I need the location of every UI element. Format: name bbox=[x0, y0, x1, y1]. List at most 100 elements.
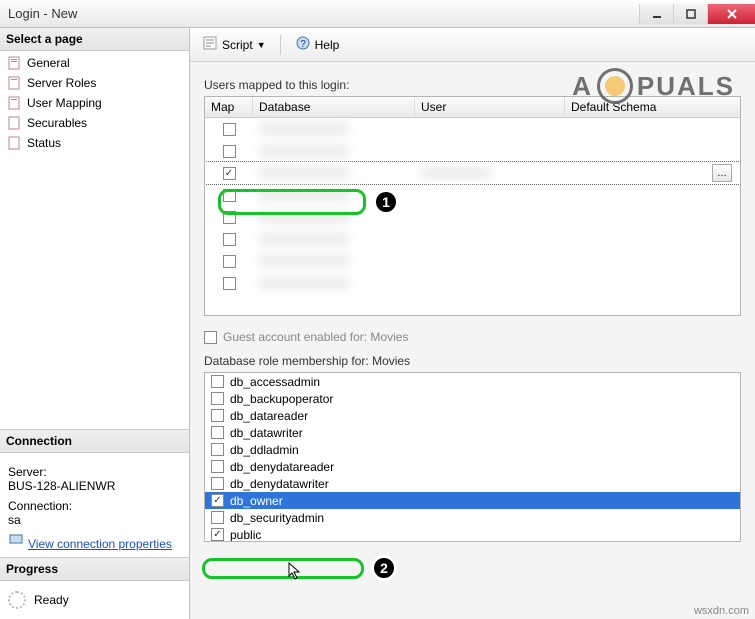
role-label: db_ddladmin bbox=[230, 443, 299, 457]
mapping-row[interactable] bbox=[205, 140, 740, 162]
map-checkbox[interactable] bbox=[223, 123, 236, 136]
database-name-blurred bbox=[259, 276, 349, 290]
server-value: BUS-128-ALIENWR bbox=[8, 479, 181, 493]
role-row[interactable]: db_ddladmin bbox=[205, 441, 740, 458]
script-label: Script bbox=[222, 38, 253, 52]
role-label: db_backupoperator bbox=[230, 392, 333, 406]
map-checkbox[interactable] bbox=[223, 277, 236, 290]
map-checkbox[interactable] bbox=[223, 255, 236, 268]
connection-value: sa bbox=[8, 513, 181, 527]
watermark-head-icon bbox=[597, 68, 633, 104]
window-title: Login - New bbox=[8, 6, 77, 21]
role-row[interactable]: db_denydatareader bbox=[205, 458, 740, 475]
map-checkbox[interactable] bbox=[223, 167, 236, 180]
role-row[interactable]: db_datareader bbox=[205, 407, 740, 424]
role-checkbox[interactable] bbox=[211, 494, 224, 507]
nav-item-user-mapping[interactable]: User Mapping bbox=[0, 93, 189, 113]
role-checkbox[interactable] bbox=[211, 409, 224, 422]
maximize-icon bbox=[686, 9, 696, 19]
page-icon bbox=[6, 135, 22, 151]
col-map[interactable]: Map bbox=[205, 97, 253, 117]
progress-section: Progress Ready bbox=[0, 557, 189, 619]
role-row[interactable]: db_backupoperator bbox=[205, 390, 740, 407]
view-connection-link[interactable]: View connection properties bbox=[28, 537, 172, 551]
database-name-blurred bbox=[259, 144, 349, 158]
guest-checkbox bbox=[204, 331, 217, 344]
map-checkbox[interactable] bbox=[223, 211, 236, 224]
role-checkbox[interactable] bbox=[211, 477, 224, 490]
map-checkbox[interactable] bbox=[223, 189, 236, 202]
schema-browse-button[interactable]: … bbox=[712, 164, 732, 182]
progress-header: Progress bbox=[0, 558, 189, 581]
role-row[interactable]: db_datawriter bbox=[205, 424, 740, 441]
close-icon bbox=[727, 9, 737, 19]
role-checkbox[interactable] bbox=[211, 511, 224, 524]
nav-label: General bbox=[27, 56, 70, 70]
mapping-grid-body: … bbox=[205, 118, 740, 294]
help-icon: ? bbox=[295, 35, 311, 54]
help-button[interactable]: ? Help bbox=[291, 33, 344, 56]
minimize-button[interactable] bbox=[639, 4, 673, 24]
role-label: db_accessadmin bbox=[230, 375, 320, 389]
role-label: db_securityadmin bbox=[230, 511, 324, 525]
role-row[interactable]: db_denydatawriter bbox=[205, 475, 740, 492]
nav-item-general[interactable]: General bbox=[0, 53, 189, 73]
nav-label: User Mapping bbox=[27, 96, 102, 110]
nav-item-server-roles[interactable]: Server Roles bbox=[0, 73, 189, 93]
page-icon bbox=[6, 95, 22, 111]
database-name-blurred bbox=[259, 232, 349, 246]
mapping-grid[interactable]: Map Database User Default Schema … bbox=[204, 96, 741, 316]
guest-label: Guest account enabled for: Movies bbox=[223, 330, 408, 344]
role-checkbox[interactable] bbox=[211, 528, 224, 541]
database-name-blurred bbox=[259, 254, 349, 268]
watermark-logo: A PUALS bbox=[572, 68, 735, 104]
maximize-button[interactable] bbox=[673, 4, 707, 24]
mapping-row[interactable] bbox=[205, 250, 740, 272]
toolbar: Script ▼ ? Help bbox=[190, 28, 755, 62]
mapping-row[interactable] bbox=[205, 118, 740, 140]
left-panel: Select a page General Server Roles User … bbox=[0, 28, 190, 619]
mapping-row[interactable] bbox=[205, 206, 740, 228]
script-button[interactable]: Script ▼ bbox=[198, 33, 270, 56]
watermark-text-right: PUALS bbox=[637, 71, 735, 102]
database-name-blurred bbox=[259, 188, 349, 202]
right-panel: Script ▼ ? Help A PUALS Users mapped to … bbox=[190, 28, 755, 619]
role-row[interactable]: db_owner bbox=[205, 492, 740, 509]
role-checkbox[interactable] bbox=[211, 426, 224, 439]
user-name-blurred bbox=[421, 166, 491, 180]
mapping-row[interactable] bbox=[205, 228, 740, 250]
role-label: db_denydatareader bbox=[230, 460, 334, 474]
mapping-row[interactable] bbox=[205, 184, 740, 206]
nav-item-status[interactable]: Status bbox=[0, 133, 189, 153]
role-checkbox[interactable] bbox=[211, 460, 224, 473]
role-checkbox[interactable] bbox=[211, 375, 224, 388]
guest-row: Guest account enabled for: Movies bbox=[204, 330, 741, 344]
role-checkbox[interactable] bbox=[211, 443, 224, 456]
help-label: Help bbox=[315, 38, 340, 52]
server-label: Server: bbox=[8, 465, 181, 479]
map-checkbox[interactable] bbox=[223, 233, 236, 246]
source-footer: wsxdn.com bbox=[694, 605, 749, 617]
page-icon bbox=[6, 75, 22, 91]
content-area: Users mapped to this login: Map Database… bbox=[190, 62, 755, 619]
close-button[interactable] bbox=[707, 4, 755, 24]
mapping-row[interactable] bbox=[205, 272, 740, 294]
role-row[interactable]: db_securityadmin bbox=[205, 509, 740, 526]
col-database[interactable]: Database bbox=[253, 97, 415, 117]
roles-list[interactable]: db_accessadmin db_backupoperatordb_datare… bbox=[204, 372, 741, 542]
window-buttons bbox=[639, 4, 755, 24]
map-checkbox[interactable] bbox=[223, 145, 236, 158]
role-label: public bbox=[230, 528, 261, 542]
role-row[interactable]: public bbox=[205, 526, 740, 542]
database-name-blurred bbox=[259, 210, 349, 224]
toolbar-separator bbox=[280, 35, 281, 55]
mapping-row[interactable]: … bbox=[205, 162, 740, 184]
connection-header: Connection bbox=[0, 430, 189, 453]
minimize-icon bbox=[652, 9, 662, 19]
database-name-blurred bbox=[259, 122, 349, 136]
role-label: db_datawriter bbox=[230, 426, 303, 440]
nav-item-securables[interactable]: Securables bbox=[0, 113, 189, 133]
role-checkbox[interactable] bbox=[211, 392, 224, 405]
col-user[interactable]: User bbox=[415, 97, 565, 117]
role-row[interactable]: db_accessadmin bbox=[205, 373, 740, 390]
